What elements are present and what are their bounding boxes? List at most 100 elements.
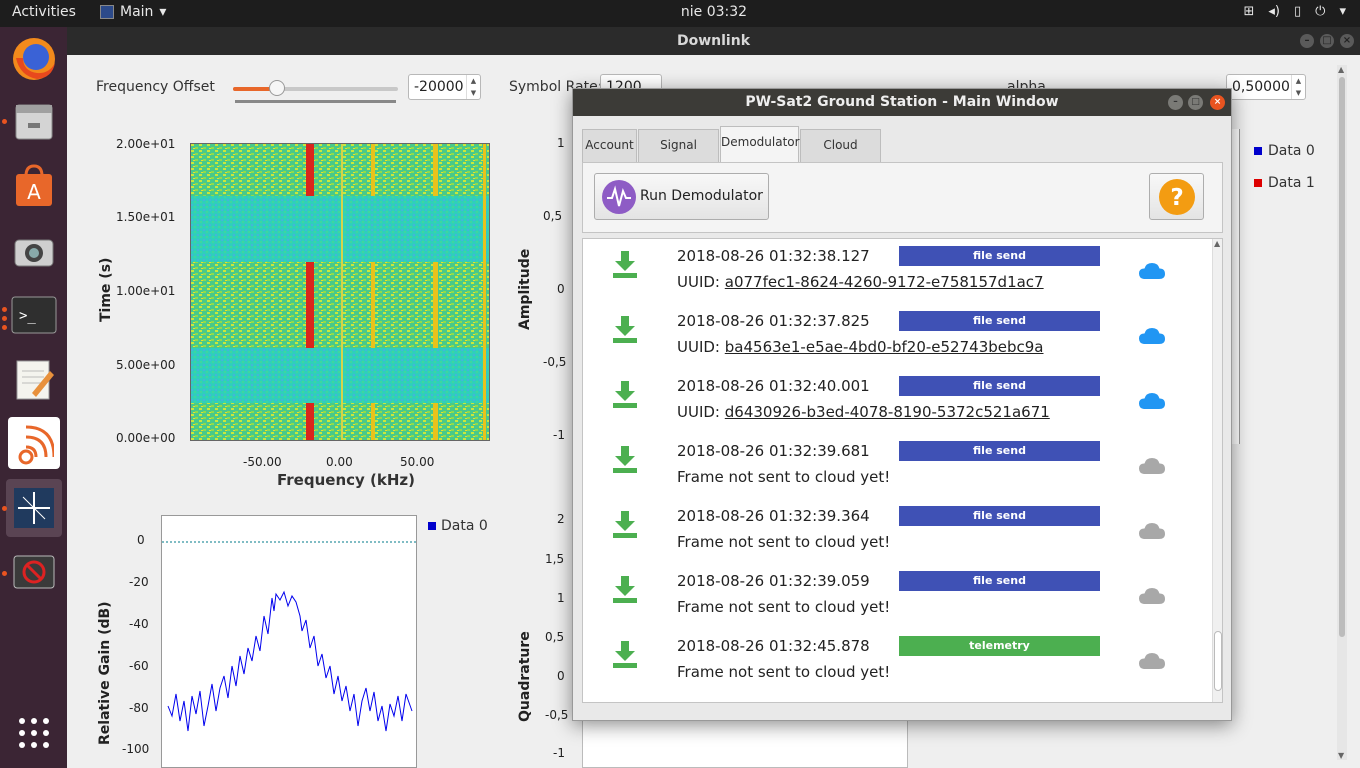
frame-status: Frame not sent to cloud yet! xyxy=(677,468,891,486)
system-tray[interactable]: ⊞ ◂) ▯ ⏻ ▾ xyxy=(1244,4,1347,19)
minimize-button[interactable]: – xyxy=(1300,34,1314,48)
cloud-icon[interactable] xyxy=(1138,587,1166,605)
download-icon[interactable] xyxy=(611,509,639,539)
camera-launcher[interactable] xyxy=(8,225,60,277)
uuid-label: UUID: xyxy=(677,403,725,421)
pwsat-launcher[interactable] xyxy=(6,479,62,537)
constellation-y-tick: -0,5 xyxy=(545,708,569,722)
spin-arrows-icon[interactable]: ▲ ▼ xyxy=(466,75,480,99)
constellation-y-tick: 1,5 xyxy=(545,552,565,566)
frame-type-badge: file send xyxy=(899,506,1100,526)
cloud-icon[interactable] xyxy=(1138,262,1166,280)
slider-underline xyxy=(235,100,396,103)
terminal-launcher[interactable]: >_ xyxy=(8,289,60,341)
run-demodulator-button[interactable]: Run Demodulator xyxy=(594,173,769,220)
scroll-thumb[interactable] xyxy=(1214,631,1222,691)
terminal-icon: >_ xyxy=(11,296,57,334)
list-item[interactable]: 2018-08-26 01:32:45.878 Frame not sent to… xyxy=(583,629,1211,694)
scroll-down-icon[interactable]: ▼ xyxy=(1338,751,1344,760)
close-button[interactable]: × xyxy=(1210,95,1225,110)
frequency-offset-slider[interactable] xyxy=(233,80,398,96)
download-icon[interactable] xyxy=(611,379,639,409)
list-item[interactable]: 2018-08-26 01:32:39.059 Frame not sent to… xyxy=(583,564,1211,629)
battery-icon: ▯ xyxy=(1294,4,1302,19)
files-launcher[interactable] xyxy=(8,95,60,147)
satellite-icon xyxy=(14,488,54,528)
top-bar: Activities Main ▾ nie 03:32 ⊞ ◂) ▯ ⏻ ▾ xyxy=(0,0,1360,27)
cloud-icon[interactable] xyxy=(1138,457,1166,475)
waveform-icon xyxy=(602,180,636,214)
time-y-tick: 0 xyxy=(557,282,565,296)
text-editor-icon xyxy=(16,360,54,400)
uuid-link[interactable]: d6430926-b3ed-4078-8190-5372c521a671 xyxy=(725,403,1050,421)
waterfall-x-tick: -50.00 xyxy=(243,455,282,469)
frame-status: Frame not sent to cloud yet! xyxy=(677,598,891,616)
waterfall-y-tick: 0.00e+00 xyxy=(116,431,176,445)
spin-arrows-icon[interactable]: ▲ ▼ xyxy=(1291,75,1305,99)
frame-type-badge: file send xyxy=(899,311,1100,331)
maximize-button[interactable]: □ xyxy=(1188,95,1203,110)
gnuradio-launcher[interactable] xyxy=(8,417,60,469)
waterfall-y-tick: 2.00e+01 xyxy=(116,137,176,151)
cloud-icon[interactable] xyxy=(1138,522,1166,540)
tab-cloud-upload[interactable]: Cloud Upload xyxy=(800,129,881,183)
software-launcher[interactable]: A xyxy=(8,160,60,212)
blocked-app-launcher[interactable] xyxy=(8,546,60,598)
waterfall-y-tick: 1.00e+01 xyxy=(116,284,176,298)
frames-list[interactable]: 2018-08-26 01:32:38.127 UUID: a077fec1-86… xyxy=(582,238,1223,703)
pwsat-window: PW-Sat2 Ground Station - Main Window – □… xyxy=(572,88,1232,721)
minimize-button[interactable]: – xyxy=(1168,95,1183,110)
list-item[interactable]: 2018-08-26 01:32:39.364 Frame not sent to… xyxy=(583,499,1211,564)
list-item[interactable]: 2018-08-26 01:32:39.681 Frame not sent to… xyxy=(583,434,1211,499)
frame-timestamp: 2018-08-26 01:32:39.059 xyxy=(677,572,870,590)
cloud-icon[interactable] xyxy=(1138,652,1166,670)
list-item[interactable]: 2018-08-26 01:32:40.001 UUID: d6430926-b3… xyxy=(583,369,1211,434)
time-legend-label-1: Data 1 xyxy=(1268,175,1315,191)
time-ylabel: Amplitude xyxy=(517,248,533,330)
scroll-thumb[interactable] xyxy=(1339,77,1345,637)
alpha-spinbox[interactable]: 0,50000 ▲ ▼ xyxy=(1226,74,1306,100)
power-icon: ⏻ xyxy=(1315,4,1326,19)
clock[interactable]: nie 03:32 xyxy=(0,4,1360,20)
maximize-button[interactable]: □ xyxy=(1320,34,1334,48)
downlink-titlebar: Downlink – □ × xyxy=(67,27,1360,55)
uuid-link[interactable]: a077fec1-8624-4260-9172-e758157d1ac7 xyxy=(725,273,1044,291)
firefox-launcher[interactable] xyxy=(8,33,60,85)
download-icon[interactable] xyxy=(611,249,639,279)
tab-account[interactable]: Account xyxy=(582,129,637,162)
text-editor-launcher[interactable] xyxy=(8,353,60,405)
cloud-icon[interactable] xyxy=(1138,327,1166,345)
scroll-up-icon[interactable]: ▲ xyxy=(1338,65,1344,74)
scroll-up-icon[interactable]: ▲ xyxy=(1214,239,1220,248)
waterfall-ylabel: Time (s) xyxy=(98,257,114,322)
constellation-plot xyxy=(582,720,908,768)
time-y-tick: -0,5 xyxy=(543,355,567,369)
constellation-y-tick: 0 xyxy=(557,669,565,683)
list-item[interactable]: 2018-08-26 01:32:37.825 UUID: ba4563e1-e5… xyxy=(583,304,1211,369)
time-legend-label-0: Data 0 xyxy=(1268,143,1315,159)
spectrum-legend-swatch xyxy=(428,522,436,530)
list-scrollbar[interactable]: ▲ xyxy=(1212,239,1222,702)
close-button[interactable]: × xyxy=(1340,34,1354,48)
help-button[interactable]: ? xyxy=(1149,173,1204,220)
constellation-y-tick: 0,5 xyxy=(545,630,565,644)
frequency-offset-spinbox[interactable]: -20000 ▲ ▼ xyxy=(408,74,481,100)
waterfall-plot xyxy=(190,143,490,441)
show-apps-button[interactable] xyxy=(8,707,60,759)
cloud-icon[interactable] xyxy=(1138,392,1166,410)
waterfall-x-tick: 0.00 xyxy=(326,455,353,469)
main-scrollbar[interactable]: ▲ ▼ xyxy=(1337,65,1347,760)
spectrum-trace xyxy=(162,541,416,732)
list-item[interactable]: 2018-08-26 01:32:38.127 UUID: a077fec1-86… xyxy=(583,239,1211,304)
download-icon[interactable] xyxy=(611,639,639,669)
download-icon[interactable] xyxy=(611,574,639,604)
tab-signal-source[interactable]: Signal Source xyxy=(638,129,719,183)
time-y-tick: -1 xyxy=(553,428,565,442)
slider-handle[interactable] xyxy=(269,80,285,96)
frame-type-badge: telemetry xyxy=(899,636,1100,656)
download-icon[interactable] xyxy=(611,444,639,474)
tab-demodulator[interactable]: Demodulator xyxy=(720,126,800,163)
download-icon[interactable] xyxy=(611,314,639,344)
tab-label: Account xyxy=(585,138,634,152)
uuid-link[interactable]: ba4563e1-e5ae-4bd0-bf20-e52743bebc9a xyxy=(725,338,1044,356)
